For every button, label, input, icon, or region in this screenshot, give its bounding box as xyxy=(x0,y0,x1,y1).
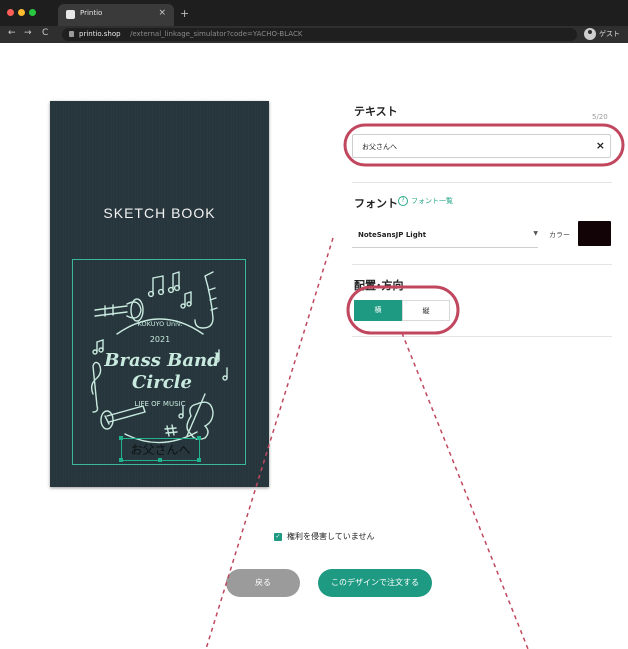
chevron-down-icon: ▼ xyxy=(533,230,538,237)
address-bar[interactable]: printio.shop /external_linkage_simulator… xyxy=(62,28,577,41)
rights-checkbox-label: 権利を侵害していません xyxy=(287,532,375,541)
font-select-value: NoteSansJP Light xyxy=(358,231,427,239)
back-arrow-icon[interactable]: ← xyxy=(8,28,16,38)
tab-close-icon[interactable]: × xyxy=(158,8,166,18)
rights-checkbox[interactable]: ✓ xyxy=(274,533,282,541)
book-preview: SKETCH BOOK KOKUYO Univ. 2021 Brass Band… xyxy=(50,101,269,487)
url-path: /external_linkage_simulator?code=YACHO-B… xyxy=(130,30,303,38)
lock-icon xyxy=(69,31,74,37)
reload-icon[interactable]: C xyxy=(42,28,48,38)
divider xyxy=(352,336,612,337)
divider xyxy=(352,264,612,265)
browser-tab[interactable]: Printio × xyxy=(58,4,174,26)
text-selection-box[interactable]: お父さんへ xyxy=(119,436,201,462)
new-tab-icon[interactable]: + xyxy=(180,7,189,20)
trumpet-icon xyxy=(94,301,142,319)
color-label: カラー xyxy=(549,231,570,239)
char-counter: 5/20 xyxy=(592,113,608,121)
help-icon: ? xyxy=(398,196,408,206)
treble-clef-icon xyxy=(90,361,102,413)
tab-title: Printio xyxy=(80,9,103,17)
maximize-window-icon[interactable] xyxy=(29,9,36,16)
person-icon xyxy=(584,28,596,40)
logo-line-life-of-music: LIFE OF MUSIC xyxy=(135,400,186,408)
divider xyxy=(352,182,612,183)
font-list-link[interactable]: ? フォント一覧 xyxy=(398,196,453,206)
url-host: printio.shop xyxy=(79,30,121,38)
logo-line-univ: KOKUYO Univ. xyxy=(138,320,183,328)
vertical-option-button[interactable]: 縦 xyxy=(402,300,450,321)
printio-favicon-icon xyxy=(66,10,75,19)
browser-titlebar: Printio × + xyxy=(0,0,628,26)
text-section-label: テキスト xyxy=(354,105,398,118)
font-select[interactable]: NoteSansJP Light ▼ xyxy=(352,223,538,248)
color-swatch[interactable] xyxy=(578,221,611,246)
horizontal-option-button[interactable]: 横 xyxy=(354,300,402,321)
close-window-icon[interactable] xyxy=(7,9,14,16)
custom-text-preview: お父さんへ xyxy=(130,443,191,457)
book-title: SKETCH BOOK xyxy=(103,205,216,221)
profile-label: ゲスト xyxy=(599,30,620,38)
trombone-icon xyxy=(104,405,146,425)
saxophone-icon xyxy=(194,271,218,329)
resize-handle[interactable] xyxy=(119,458,123,462)
design-area-frame: KOKUYO Univ. 2021 Brass Band Circle LIFE… xyxy=(72,259,246,465)
violin-icon xyxy=(186,393,214,441)
text-input-value: お父さんへ xyxy=(362,143,397,151)
text-input[interactable]: お父さんへ × xyxy=(352,134,611,158)
brass-band-logo: KOKUYO Univ. 2021 Brass Band Circle LIFE… xyxy=(90,271,228,444)
resize-handle[interactable] xyxy=(197,458,201,462)
logo-line-circle: Circle xyxy=(132,372,192,393)
resize-handle[interactable] xyxy=(119,436,123,440)
back-button[interactable]: 戻る xyxy=(226,569,300,597)
resize-handle[interactable] xyxy=(197,436,201,440)
logo-line-brass-band: Brass Band xyxy=(103,350,220,371)
layout-section-label: 配置･方向 xyxy=(354,279,404,292)
font-section-label: フォント xyxy=(354,197,398,210)
music-notes-icon xyxy=(152,271,180,295)
clear-icon[interactable]: × xyxy=(596,139,605,152)
font-list-link-label: フォント一覧 xyxy=(411,197,453,205)
forward-arrow-icon[interactable]: → xyxy=(24,28,32,38)
logo-line-year: 2021 xyxy=(150,335,170,344)
browser-toolbar: ← → C printio.shop /external_linkage_sim… xyxy=(0,26,628,43)
resize-handle[interactable] xyxy=(158,458,162,462)
callout-line xyxy=(401,332,529,649)
minimize-window-icon[interactable] xyxy=(18,9,25,16)
order-button[interactable]: このデザインで注文する xyxy=(318,569,432,597)
